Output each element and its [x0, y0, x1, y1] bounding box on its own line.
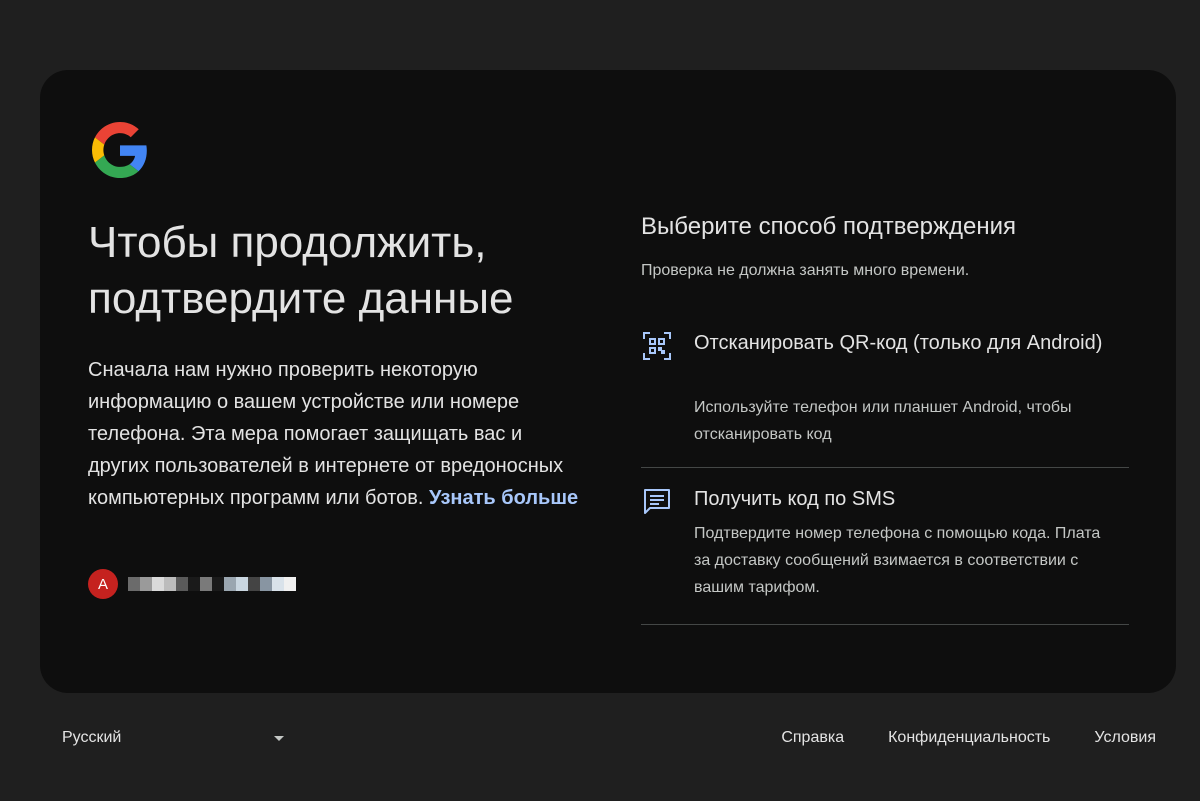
verification-card: Чтобы продолжить, подтвердите данные Сна… — [40, 70, 1176, 693]
footer-links: Справка Конфиденциальность Условия — [781, 729, 1156, 747]
option-sms-title: Получить код по SMS — [694, 488, 896, 510]
sms-message-icon — [644, 489, 670, 514]
page-title-line1: Чтобы продолжить, — [88, 218, 487, 267]
option-qr-title: Отсканировать QR-код (только для Android… — [694, 332, 1103, 354]
terms-link[interactable]: Условия — [1094, 729, 1156, 747]
help-link[interactable]: Справка — [781, 729, 844, 747]
method-title: Выберите способ подтверждения — [641, 213, 1016, 240]
page-title-line2: подтвердите данные — [88, 274, 514, 323]
option-sms[interactable]: Получить код по SMS Подтвердите номер те… — [641, 478, 1129, 625]
option-sms-description: Подтвердите номер телефона с помощью код… — [694, 525, 1101, 596]
avatar: A — [88, 569, 118, 599]
privacy-link[interactable]: Конфиденциальность — [888, 729, 1050, 747]
learn-more-link[interactable]: Узнать больше — [429, 487, 578, 509]
intro-paragraph: Сначала нам нужно проверить некоторую ин… — [88, 354, 588, 514]
option-qr-description: Используйте телефон или планшет Android,… — [694, 399, 1072, 443]
chevron-down-icon — [274, 735, 284, 741]
account-chip[interactable]: A — [88, 569, 296, 599]
page-title: Чтобы продолжить, подтвердите данные — [88, 215, 608, 327]
language-label: Русский — [62, 729, 122, 746]
method-subtitle: Проверка не должна занять много времени. — [641, 262, 970, 279]
redacted-email — [128, 577, 296, 591]
option-qr-code[interactable]: Отсканировать QR-код (только для Android… — [641, 322, 1129, 468]
google-logo — [92, 122, 147, 178]
language-select[interactable]: Русский — [62, 729, 290, 747]
qr-code-scan-icon — [643, 332, 671, 360]
footer: Русский Справка Конфиденциальность Услов… — [0, 727, 1200, 751]
